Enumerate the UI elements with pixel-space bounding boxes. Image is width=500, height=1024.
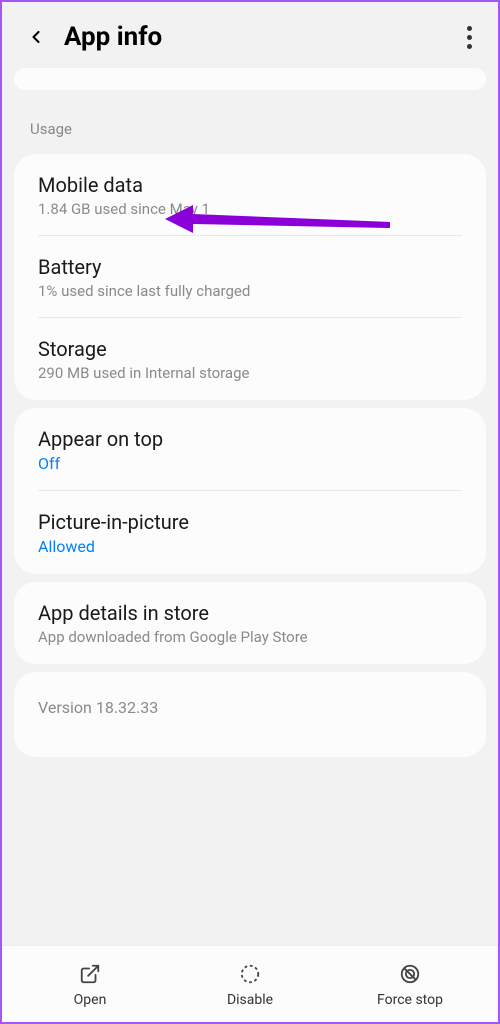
item-subtitle: 1.84 GB used since May 1 [38, 200, 462, 218]
item-subtitle: Off [38, 454, 462, 473]
item-subtitle: App downloaded from Google Play Store [38, 628, 462, 646]
storage-item[interactable]: Storage 290 MB used in Internal storage [14, 318, 486, 400]
open-icon [78, 962, 102, 986]
dot-icon [467, 35, 472, 40]
app-details-store-item[interactable]: App details in store App downloaded from… [14, 582, 486, 664]
dot-icon [467, 26, 472, 31]
item-subtitle: 1% used since last fully charged [38, 282, 462, 300]
overlay-card: Appear on top Off Picture-in-picture All… [14, 408, 486, 574]
disable-icon [238, 962, 262, 986]
dot-icon [467, 44, 472, 49]
bottom-action-bar: Open Disable Force stop [2, 945, 498, 1022]
item-title: Battery [38, 255, 462, 279]
item-title: Storage [38, 337, 462, 361]
picture-in-picture-item[interactable]: Picture-in-picture Allowed [14, 491, 486, 574]
disable-label: Disable [227, 992, 273, 1008]
item-title: Picture-in-picture [38, 510, 462, 534]
version-text: Version 18.32.33 [38, 698, 462, 717]
chevron-left-icon [26, 27, 46, 47]
battery-item[interactable]: Battery 1% used since last fully charged [14, 236, 486, 318]
item-title: App details in store [38, 601, 462, 625]
store-card: App details in store App downloaded from… [14, 582, 486, 664]
version-card: Version 18.32.33 [14, 672, 486, 757]
item-title: Mobile data [38, 173, 462, 197]
force-stop-label: Force stop [377, 992, 443, 1008]
item-subtitle: 290 MB used in Internal storage [38, 364, 462, 382]
mobile-data-item[interactable]: Mobile data 1.84 GB used since May 1 [14, 154, 486, 236]
item-subtitle: Allowed [38, 537, 462, 556]
item-title: Appear on top [38, 427, 462, 451]
usage-card: Mobile data 1.84 GB used since May 1 Bat… [14, 154, 486, 400]
more-options-button[interactable] [467, 26, 472, 49]
usage-section-label: Usage [2, 108, 498, 146]
force-stop-button[interactable]: Force stop [330, 962, 490, 1008]
open-button[interactable]: Open [10, 962, 170, 1008]
card-stub [14, 68, 486, 90]
back-button[interactable] [26, 27, 46, 47]
open-label: Open [74, 992, 107, 1008]
page-title: App info [64, 22, 162, 52]
force-stop-icon [398, 962, 422, 986]
appear-on-top-item[interactable]: Appear on top Off [14, 408, 486, 491]
header: App info [2, 2, 498, 68]
disable-button[interactable]: Disable [170, 962, 330, 1008]
